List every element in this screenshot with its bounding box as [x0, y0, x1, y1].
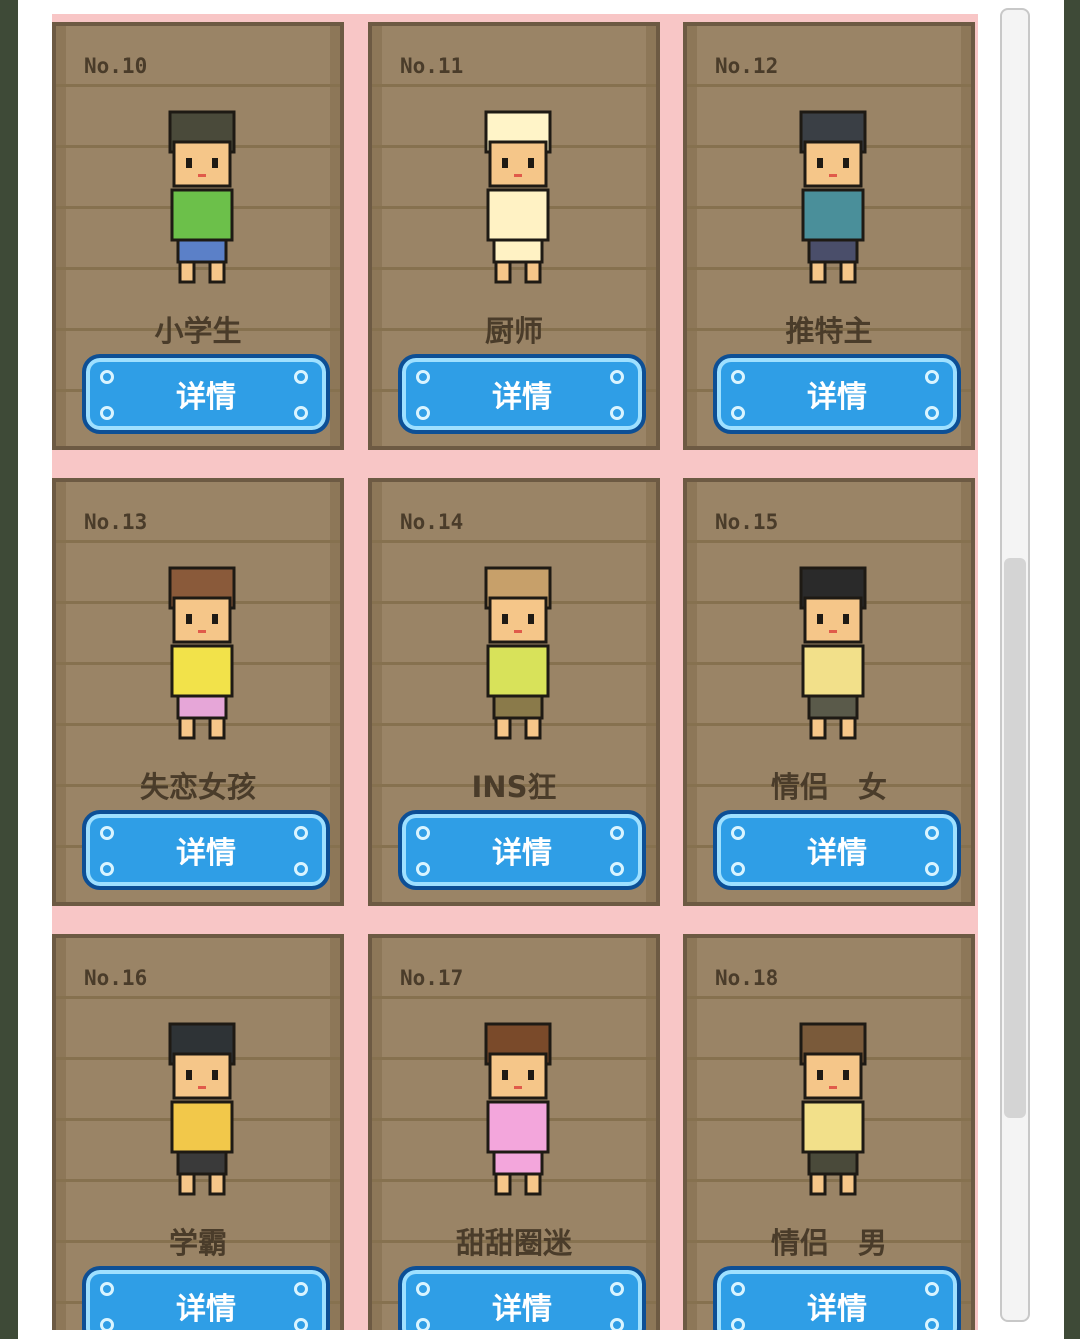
button-rivet-icon: [925, 406, 939, 420]
button-rivet-icon: [416, 1318, 430, 1330]
button-rivet-icon: [100, 862, 114, 876]
button-rivet-icon: [416, 1282, 430, 1296]
details-button[interactable]: 详情: [398, 810, 646, 890]
button-rivet-icon: [294, 826, 308, 840]
character-grid: No.10 小学生 详情 No.11 厨师 详情 No.12 推特主 详情 No.13 失恋女孩 详情…: [52, 14, 978, 1330]
button-rivet-icon: [610, 862, 624, 876]
chef-character-icon: [458, 98, 578, 288]
details-button-label: 详情: [807, 1292, 867, 1327]
button-rivet-icon: [100, 406, 114, 420]
card-number: No.16: [84, 966, 148, 990]
character-card: No.12 推特主详情: [683, 22, 975, 450]
button-rivet-icon: [610, 1318, 624, 1330]
character-name: 失恋女孩: [139, 770, 256, 804]
details-button-label: 详情: [807, 836, 867, 871]
details-button[interactable]: 详情: [713, 1266, 961, 1330]
character-name: 情侣 男: [770, 1226, 887, 1260]
button-rivet-icon: [294, 370, 308, 384]
details-button-label: 详情: [492, 836, 552, 871]
character-card: No.11 厨师详情: [368, 22, 660, 450]
button-rivet-icon: [294, 862, 308, 876]
details-button-label: 详情: [176, 836, 236, 871]
button-rivet-icon: [731, 406, 745, 420]
details-button-label: 详情: [492, 1292, 552, 1327]
button-rivet-icon: [731, 1282, 745, 1296]
button-rivet-icon: [925, 826, 939, 840]
details-button-label: 详情: [176, 380, 236, 415]
button-rivet-icon: [294, 1318, 308, 1330]
button-rivet-icon: [416, 862, 430, 876]
button-rivet-icon: [610, 1282, 624, 1296]
button-rivet-icon: [100, 826, 114, 840]
background-left-edge: [0, 0, 18, 1339]
scrollbar-thumb[interactable]: [1004, 558, 1026, 1118]
button-rivet-icon: [416, 406, 430, 420]
twitter-user-character-icon: [773, 98, 893, 288]
button-rivet-icon: [100, 1318, 114, 1330]
button-rivet-icon: [100, 1282, 114, 1296]
card-number: No.17: [400, 966, 464, 990]
character-name: 推特主: [785, 314, 873, 348]
button-rivet-icon: [610, 826, 624, 840]
character-card: No.17 甜甜圈迷详情: [368, 934, 660, 1330]
button-rivet-icon: [294, 1282, 308, 1296]
student-character-icon: [142, 98, 262, 288]
details-button-label: 详情: [492, 380, 552, 415]
details-button[interactable]: 详情: [713, 810, 961, 890]
button-rivet-icon: [610, 406, 624, 420]
character-name: 小学生: [154, 314, 242, 348]
card-number: No.10: [84, 54, 148, 78]
button-rivet-icon: [731, 1318, 745, 1330]
top-student-character-icon: [142, 1010, 262, 1200]
character-name: INS狂: [471, 770, 557, 804]
button-rivet-icon: [294, 406, 308, 420]
button-rivet-icon: [100, 370, 114, 384]
donut-fan-character-icon: [458, 1010, 578, 1200]
character-card: No.13 失恋女孩详情: [52, 478, 344, 906]
details-button[interactable]: 详情: [82, 810, 330, 890]
button-rivet-icon: [925, 370, 939, 384]
character-card: No.10 小学生详情: [52, 22, 344, 450]
card-number: No.14: [400, 510, 464, 534]
character-card: No.18 情侣 男详情: [683, 934, 975, 1330]
scrollbar[interactable]: [1000, 8, 1030, 1322]
card-number: No.18: [715, 966, 779, 990]
panel-bottom-edge: [52, 1330, 978, 1339]
ins-fan-character-icon: [458, 554, 578, 744]
button-rivet-icon: [731, 370, 745, 384]
button-rivet-icon: [731, 826, 745, 840]
couple-boy-character-icon: [773, 1010, 893, 1200]
character-name: 厨师: [484, 314, 543, 348]
details-button-label: 详情: [807, 380, 867, 415]
card-number: No.13: [84, 510, 148, 534]
card-number: No.15: [715, 510, 779, 534]
couple-girl-character-icon: [773, 554, 893, 744]
character-card: No.15 情侣 女详情: [683, 478, 975, 906]
details-button-label: 详情: [176, 1292, 236, 1327]
button-rivet-icon: [416, 370, 430, 384]
details-button[interactable]: 详情: [713, 354, 961, 434]
button-rivet-icon: [925, 1318, 939, 1330]
button-rivet-icon: [925, 1282, 939, 1296]
character-card: No.16 学霸详情: [52, 934, 344, 1330]
details-button[interactable]: 详情: [398, 354, 646, 434]
character-name: 学霸: [168, 1226, 227, 1260]
button-rivet-icon: [416, 826, 430, 840]
character-name: 甜甜圈迷: [455, 1226, 572, 1260]
character-card: No.14 INS狂详情: [368, 478, 660, 906]
background-right-edge: [1064, 0, 1080, 1339]
button-rivet-icon: [610, 370, 624, 384]
card-number: No.11: [400, 54, 464, 78]
details-button[interactable]: 详情: [82, 1266, 330, 1330]
heartbroken-girl-character-icon: [142, 554, 262, 744]
details-button[interactable]: 详情: [82, 354, 330, 434]
card-number: No.12: [715, 54, 779, 78]
button-rivet-icon: [925, 862, 939, 876]
button-rivet-icon: [731, 862, 745, 876]
character-name: 情侣 女: [770, 770, 887, 804]
details-button[interactable]: 详情: [398, 1266, 646, 1330]
